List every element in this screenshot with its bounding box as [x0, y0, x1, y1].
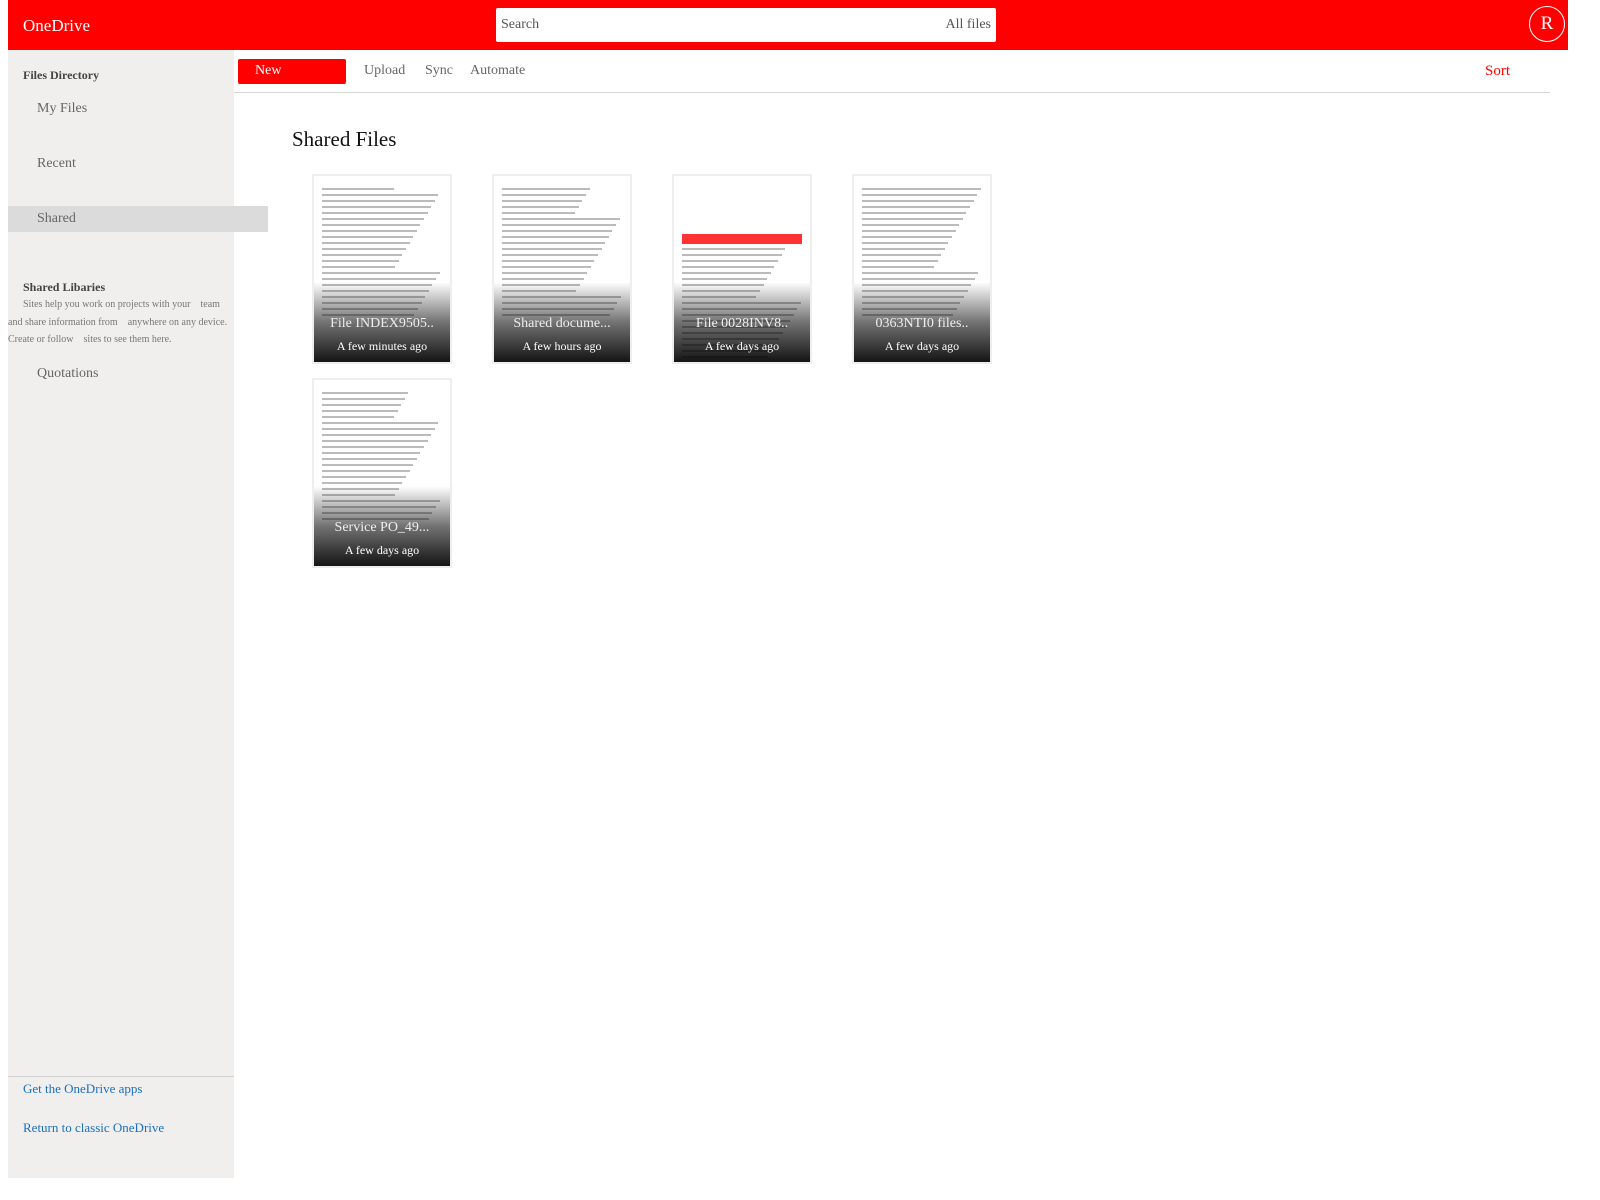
sidebar: Files Directory My Files Recent Shared S… [8, 50, 268, 1178]
onedrive-app: OneDrive Search All files R Files Direct… [8, 0, 1568, 1178]
file-tile[interactable]: Shared docume... A few hours ago [492, 174, 632, 364]
file-modified: A few hours ago [522, 339, 602, 353]
shared-libraries-description: Sites help you work on projects with you… [8, 296, 234, 349]
desc-line: and share information from anywhere on a… [8, 316, 228, 328]
file-tile[interactable]: Service PO_49... A few days ago [312, 378, 452, 568]
sidebar-item-quotations[interactable]: Quotations [8, 361, 268, 387]
command-bar: New Upload Sync Automate Sort [234, 50, 1550, 93]
new-button[interactable]: New [238, 59, 346, 84]
sidebar-footer: Get the OneDrive apps Return to classic … [8, 1076, 234, 1135]
sort-button[interactable]: Sort [1485, 63, 1510, 80]
file-name: Shared docume... [513, 316, 611, 331]
upload-button[interactable]: Upload [364, 63, 405, 79]
file-name: File 0028INV8.. [695, 316, 789, 331]
search-box[interactable]: Search All files [496, 8, 996, 42]
file-tile[interactable]: File 0028INV8.. A few days ago [672, 174, 812, 364]
file-tile[interactable]: File INDEX9505.. A few minutes ago [312, 174, 452, 364]
file-name: Service PO_49... [334, 520, 430, 535]
desc-line: Sites help you work on projects with you… [23, 299, 220, 310]
app-brand[interactable]: OneDrive [23, 16, 90, 36]
file-modified: A few days ago [704, 339, 780, 353]
file-modified: A few minutes ago [336, 339, 428, 353]
top-bar: OneDrive Search All files R [8, 0, 1568, 50]
automate-button[interactable]: Automate [470, 63, 525, 79]
files-directory-heading: Files Directory [23, 68, 100, 82]
file-name: File INDEX9505.. [330, 316, 434, 331]
sidebar-item-shared[interactable]: Shared [8, 206, 268, 232]
sidebar-item-recent[interactable]: Recent [8, 151, 268, 177]
get-apps-link[interactable]: Get the OneDrive apps [23, 1081, 143, 1097]
file-modified: A few days ago [344, 543, 420, 557]
shared-libraries-heading: Shared Libaries [23, 280, 106, 294]
file-name: 0363NTI0 files.. [875, 316, 969, 331]
page-title: Shared Files [292, 127, 397, 151]
sync-button[interactable]: Sync [425, 63, 453, 79]
file-tile[interactable]: 0363NTI0 files.. A few days ago [852, 174, 992, 364]
file-modified: A few days ago [884, 339, 960, 353]
desc-line: Create or follow sites to see them here. [8, 334, 172, 345]
avatar[interactable]: R [1529, 6, 1565, 42]
search-scope[interactable]: All files [946, 17, 992, 33]
sidebar-item-my-files[interactable]: My Files [8, 96, 268, 122]
classic-onedrive-link[interactable]: Return to classic OneDrive [23, 1120, 164, 1136]
search-input[interactable]: Search [501, 17, 539, 33]
